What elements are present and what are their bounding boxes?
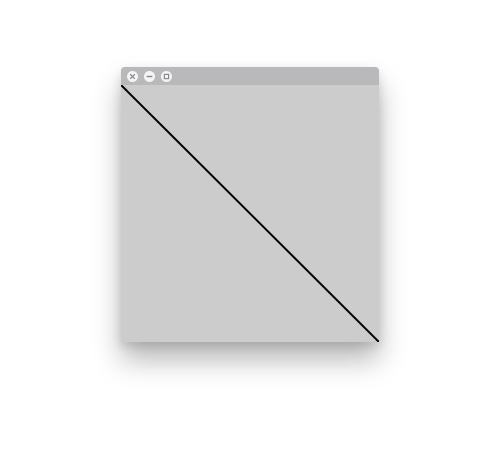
maximize-button[interactable] <box>161 70 172 82</box>
minimize-icon <box>146 75 153 77</box>
canvas-svg <box>121 85 379 342</box>
minimize-button[interactable] <box>144 70 155 82</box>
maximize-icon <box>163 73 170 79</box>
app-window <box>121 67 379 342</box>
diagonal-line <box>121 85 379 342</box>
window-titlebar[interactable] <box>121 67 379 85</box>
drawing-canvas[interactable] <box>121 85 379 342</box>
close-button[interactable] <box>127 70 138 82</box>
close-icon <box>129 73 136 79</box>
